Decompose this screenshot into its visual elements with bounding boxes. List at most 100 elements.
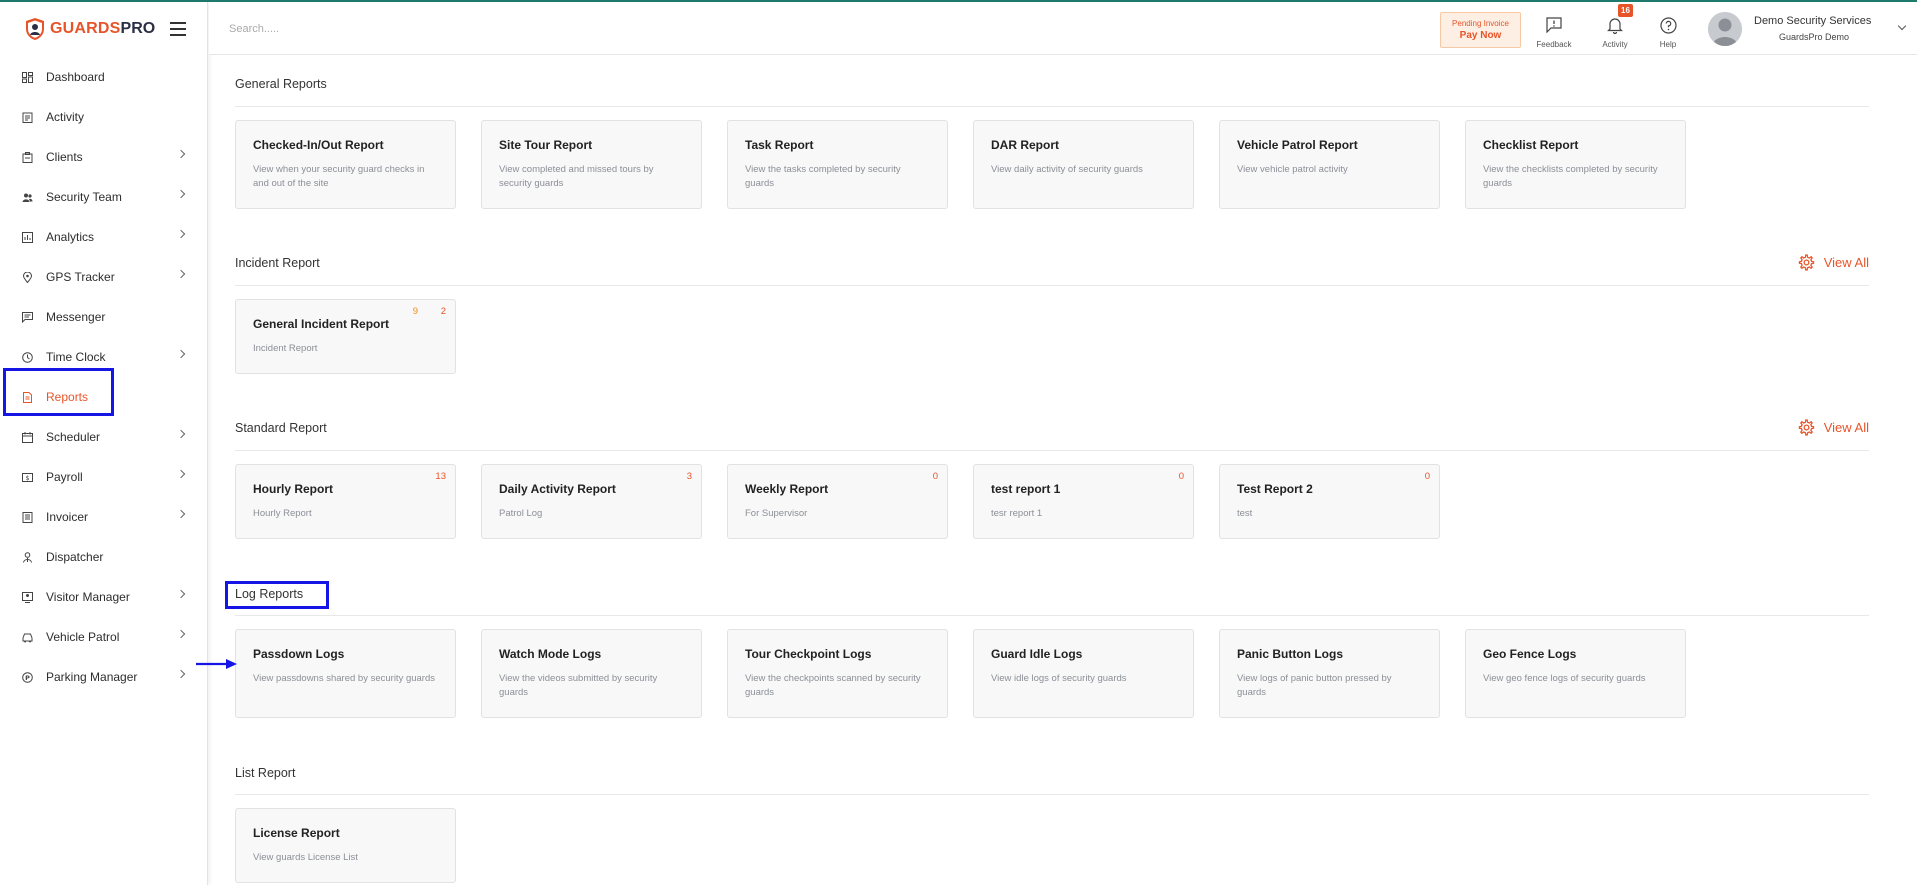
sidebar-item-analytics[interactable]: Analytics bbox=[0, 217, 208, 257]
view-all-label: View All bbox=[1823, 255, 1869, 270]
card-title: Checklist Report bbox=[1483, 138, 1579, 152]
activity-button[interactable]: 16 Activity bbox=[1590, 4, 1640, 49]
user-name[interactable]: Demo Security Services bbox=[1754, 15, 1871, 27]
sidebar-item-messenger[interactable]: Messenger bbox=[0, 297, 208, 337]
card-title: Daily Activity Report bbox=[499, 482, 616, 496]
sidebar-item-label: Messenger bbox=[46, 310, 106, 324]
sidebar-item-label: Activity bbox=[46, 110, 85, 124]
menu-toggle-icon[interactable] bbox=[170, 22, 186, 36]
card-description: For Supervisor bbox=[745, 508, 808, 519]
divider bbox=[235, 450, 1869, 451]
annotation-highlight-reports bbox=[3, 368, 114, 416]
report-card-watch-mode-logs[interactable]: Watch Mode Logs View the videos submitte… bbox=[481, 629, 702, 718]
sidebar-item-security-team[interactable]: Security Team bbox=[0, 177, 208, 217]
location-pin-icon bbox=[22, 271, 33, 283]
sidebar-item-parking-manager[interactable]: P Parking Manager bbox=[0, 657, 208, 697]
sidebar-item-invoicer[interactable]: Invoicer bbox=[0, 497, 208, 537]
report-card-tour-checkpoint-logs[interactable]: Tour Checkpoint Logs View the checkpoint… bbox=[727, 629, 948, 718]
report-card-passdown-logs[interactable]: Passdown Logs View passdowns shared by s… bbox=[235, 629, 456, 718]
card-title: General Incident Report bbox=[253, 317, 390, 331]
sidebar-item-dispatcher[interactable]: Dispatcher bbox=[0, 537, 208, 577]
section-title-incident-report: Incident Report bbox=[235, 256, 320, 270]
report-card-checked-in-out[interactable]: Checked-In/Out Report View when your sec… bbox=[235, 120, 456, 209]
analytics-icon bbox=[22, 231, 33, 243]
divider bbox=[235, 615, 1869, 616]
card-description: View geo fence logs of security guards bbox=[1483, 673, 1646, 684]
report-card-license[interactable]: License Report View guards License List bbox=[235, 808, 456, 883]
help-label: Help bbox=[1659, 40, 1677, 49]
sidebar-item-label: Time Clock bbox=[46, 350, 106, 364]
sidebar-item-dashboard[interactable]: Dashboard bbox=[0, 57, 208, 97]
sidebar-item-vehicle-patrol[interactable]: Vehicle Patrol bbox=[0, 617, 208, 657]
incident-view-all-link[interactable]: View All bbox=[1798, 254, 1869, 271]
gear-icon bbox=[1798, 254, 1814, 271]
sidebar-item-gps-tracker[interactable]: GPS Tracker bbox=[0, 257, 208, 297]
view-all-label: View All bbox=[1823, 420, 1869, 435]
bell-icon bbox=[1590, 15, 1640, 35]
report-card-hourly[interactable]: 13 Hourly Report Hourly Report bbox=[235, 464, 456, 539]
card-title: DAR Report bbox=[991, 138, 1059, 152]
sidebar-item-activity[interactable]: Activity bbox=[0, 97, 208, 137]
avatar[interactable] bbox=[1708, 12, 1742, 46]
card-description: test bbox=[1237, 508, 1253, 519]
top-header: Pending Invoice Pay Now Feedback 16 Acti… bbox=[209, 2, 1917, 55]
report-card-general-incident[interactable]: 9 2 General Incident Report Incident Rep… bbox=[235, 299, 456, 374]
feedback-button[interactable]: Feedback bbox=[1529, 15, 1579, 49]
sidebar-item-label: Vehicle Patrol bbox=[46, 630, 120, 644]
report-card-test-report-1[interactable]: 0 test report 1 tesr report 1 bbox=[973, 464, 1194, 539]
divider bbox=[235, 285, 1869, 286]
sidebar-item-label: Clients bbox=[46, 150, 83, 164]
report-card-checklist[interactable]: Checklist Report View the checklists com… bbox=[1465, 120, 1686, 209]
sidebar-item-label: GPS Tracker bbox=[46, 270, 115, 284]
chevron-down-icon[interactable] bbox=[1897, 21, 1907, 31]
card-description: View completed and missed tours by secur… bbox=[499, 164, 654, 189]
help-button[interactable]: Help bbox=[1643, 15, 1693, 49]
report-card-dar[interactable]: DAR Report View daily activity of securi… bbox=[973, 120, 1194, 209]
card-title: Watch Mode Logs bbox=[499, 647, 602, 661]
search-input[interactable] bbox=[229, 19, 529, 39]
card-title: Test Report 2 bbox=[1237, 482, 1313, 496]
user-avatar-icon bbox=[1708, 12, 1742, 46]
feedback-icon bbox=[1529, 15, 1579, 35]
sidebar-item-payroll[interactable]: $ Payroll bbox=[0, 457, 208, 497]
card-description: Patrol Log bbox=[499, 508, 543, 519]
activity-icon bbox=[22, 112, 33, 123]
sidebar-item-label: Dispatcher bbox=[46, 550, 104, 564]
sidebar-item-clients[interactable]: Clients bbox=[0, 137, 208, 177]
report-card-vehicle-patrol[interactable]: Vehicle Patrol Report View vehicle patro… bbox=[1219, 120, 1440, 209]
app-logo[interactable]: GUARDS PRO bbox=[24, 16, 155, 42]
card-description: Incident Report bbox=[253, 343, 318, 354]
sidebar-item-scheduler[interactable]: Scheduler bbox=[0, 417, 208, 457]
activity-count-badge: 16 bbox=[1618, 4, 1633, 17]
card-count-badge: 0 bbox=[932, 471, 938, 482]
standard-view-all-link[interactable]: View All bbox=[1798, 419, 1869, 436]
svg-text:P: P bbox=[25, 674, 30, 682]
dispatcher-icon bbox=[22, 551, 33, 563]
message-icon bbox=[22, 311, 33, 323]
card-title: Checked-In/Out Report bbox=[253, 138, 384, 152]
sidebar-item-visitor-manager[interactable]: Visitor Manager bbox=[0, 577, 208, 617]
invoice-icon bbox=[22, 511, 33, 523]
clients-icon bbox=[22, 151, 33, 163]
section-title-standard-report: Standard Report bbox=[235, 421, 327, 435]
sidebar-item-label: Dashboard bbox=[46, 70, 105, 84]
card-count-badge: 3 bbox=[686, 471, 692, 482]
chevron-right-icon bbox=[176, 469, 186, 479]
vehicle-icon bbox=[22, 632, 33, 643]
activity-label: Activity bbox=[1602, 40, 1628, 49]
report-card-test-report-2[interactable]: 0 Test Report 2 test bbox=[1219, 464, 1440, 539]
pay-now-button[interactable]: Pending Invoice Pay Now bbox=[1440, 12, 1521, 48]
report-card-task[interactable]: Task Report View the tasks completed by … bbox=[727, 120, 948, 209]
report-card-guard-idle-logs[interactable]: Guard Idle Logs View idle logs of securi… bbox=[973, 629, 1194, 718]
card-title: Vehicle Patrol Report bbox=[1237, 138, 1358, 152]
report-card-panic-button-logs[interactable]: Panic Button Logs View logs of panic but… bbox=[1219, 629, 1440, 718]
parking-icon: P bbox=[22, 671, 33, 683]
chevron-right-icon bbox=[176, 189, 186, 199]
report-card-site-tour[interactable]: Site Tour Report View completed and miss… bbox=[481, 120, 702, 209]
report-card-geo-fence-logs[interactable]: Geo Fence Logs View geo fence logs of se… bbox=[1465, 629, 1686, 718]
sidebar-item-label: Payroll bbox=[46, 470, 83, 484]
report-card-daily-activity[interactable]: 3 Daily Activity Report Patrol Log bbox=[481, 464, 702, 539]
report-card-weekly[interactable]: 0 Weekly Report For Supervisor bbox=[727, 464, 948, 539]
sidebar-item-label: Visitor Manager bbox=[46, 590, 130, 604]
card-description: View guards License List bbox=[253, 852, 358, 863]
